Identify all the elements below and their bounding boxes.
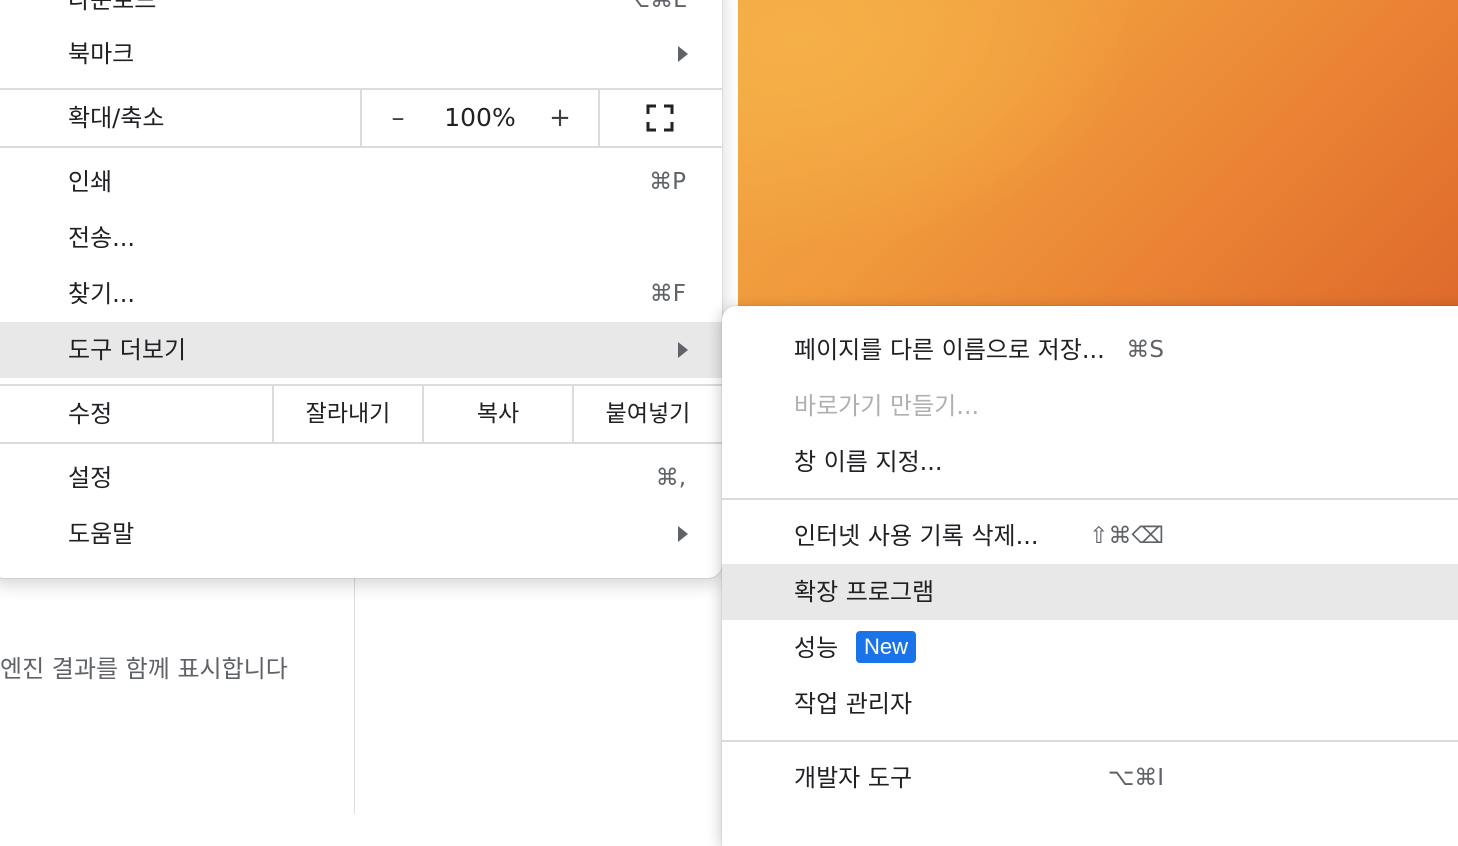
menu-item-label: 북마크 [68,40,135,68]
menu-item-label: 찾기... [68,280,136,308]
submenu-item-label: 작업 관리자 [794,690,913,718]
submenu-separator [722,498,1458,500]
menu-item-shortcut: ⌘F [649,281,686,307]
menu-item-label: 다운로드 [68,0,157,14]
more-tools-submenu: 페이지를 다른 이름으로 저장... ⌘S 바로가기 만들기... 창 이름 지… [722,306,1458,846]
submenu-item-extensions[interactable]: 확장 프로그램 [722,564,1458,620]
submenu-item-shortcut: ⌥⌘I [1107,765,1164,791]
submenu-item-label: 바로가기 만들기... [794,392,980,420]
submenu-item-save-page[interactable]: 페이지를 다른 이름으로 저장... ⌘S [722,322,1458,378]
menu-item-settings[interactable]: 설정 ⌘, [0,450,722,506]
cut-button[interactable]: 잘라내기 [274,386,422,442]
submenu-item-shortcut: ⇧⌘⌫ [1089,523,1164,549]
menu-item-shortcut: ⌥⌘L [623,0,686,13]
menu-item-help[interactable]: 도움말 [0,506,722,562]
submenu-item-label: 인터넷 사용 기록 삭제... [794,522,1039,550]
menu-item-label: 도움말 [68,520,135,548]
zoom-in-button[interactable]: + [524,90,596,146]
submenu-item-label: 확장 프로그램 [794,578,935,606]
submenu-item-label: 창 이름 지정... [794,448,943,476]
zoom-level-value: 100% [444,103,516,132]
submenu-item-shortcut: ⌘S [1126,337,1164,363]
menu-item-shortcut: ⌘, [655,465,686,491]
menu-item-shortcut: ⌘P [649,169,686,195]
zoom-out-button[interactable]: – [362,90,434,146]
paste-button[interactable]: 붙여넣기 [574,386,722,442]
submenu-item-create-shortcut: 바로가기 만들기... [722,378,1458,434]
new-badge: New [856,631,917,663]
submenu-item-label: 페이지를 다른 이름으로 저장... [794,336,1105,364]
submenu-item-label: 개발자 도구 [794,764,913,792]
menu-item-print[interactable]: 인쇄 ⌘P [0,154,722,210]
submenu-item-task-manager[interactable]: 작업 관리자 [722,676,1458,732]
menu-item-label: 도구 더보기 [68,336,187,364]
submenu-arrow-icon [678,526,688,542]
menu-item-label: 전송... [68,224,136,252]
zoom-label: 확대/축소 [68,104,165,132]
edit-label: 수정 [68,400,113,428]
fullscreen-button[interactable] [600,90,722,146]
background-search-hint: 엔진 결과를 함께 표시합니다 [0,655,288,683]
menu-item-cast[interactable]: 전송... [0,210,722,266]
menu-zoom-row: 확대/축소 – 100% + [0,90,722,146]
menu-edit-row: 수정 잘라내기 복사 붙여넣기 [0,386,722,442]
menu-item-find[interactable]: 찾기... ⌘F [0,266,722,322]
fullscreen-icon [646,104,674,132]
menu-separator [0,146,722,148]
menu-item-downloads[interactable]: 다운로드 ⌥⌘L [0,0,722,28]
menu-item-label: 설정 [68,464,113,492]
submenu-item-clear-history[interactable]: 인터넷 사용 기록 삭제... ⇧⌘⌫ [722,508,1458,564]
menu-item-bookmarks[interactable]: 북마크 [0,26,722,82]
background-divider [354,578,355,814]
submenu-item-name-window[interactable]: 창 이름 지정... [722,434,1458,490]
submenu-separator [722,740,1458,742]
menu-item-label: 인쇄 [68,168,113,196]
submenu-arrow-icon [678,342,688,358]
submenu-item-devtools[interactable]: 개발자 도구 ⌥⌘I [722,750,1458,806]
copy-button[interactable]: 복사 [424,386,572,442]
background-wallpaper [738,0,1458,306]
menu-separator [0,442,722,444]
menu-item-more-tools[interactable]: 도구 더보기 [0,322,722,378]
submenu-arrow-icon [678,46,688,62]
submenu-item-performance[interactable]: 성능 New [722,620,1458,676]
submenu-item-label: 성능 [794,634,839,662]
chrome-main-menu: 다운로드 ⌥⌘L 북마크 확대/축소 – 100% + 인쇄 ⌘P 전송... … [0,0,722,578]
